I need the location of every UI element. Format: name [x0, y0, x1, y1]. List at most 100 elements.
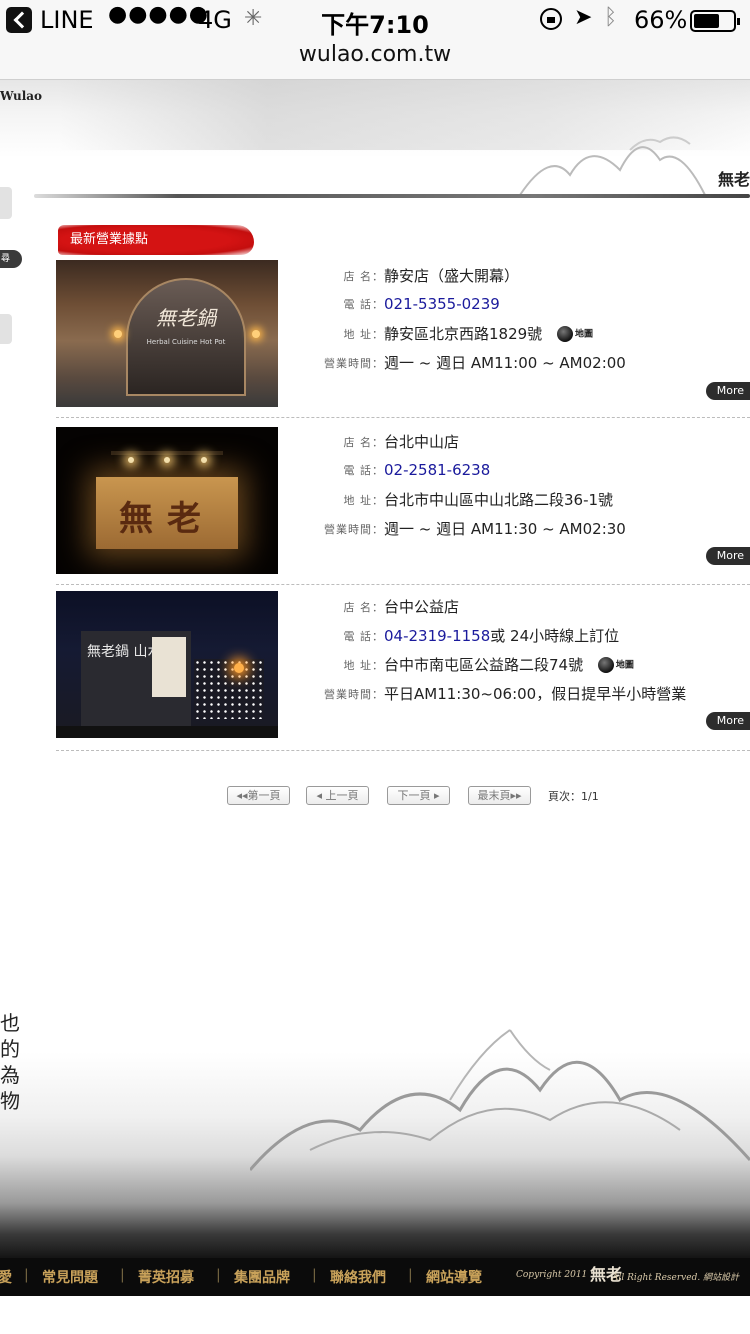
spotlight — [128, 457, 134, 463]
next-page-label: 下一頁 — [397, 789, 431, 802]
address-label: 地 址： — [343, 327, 384, 341]
map-link-label: 地圖 — [574, 329, 593, 339]
globe-icon — [556, 325, 573, 342]
rotation-lock-icon — [540, 8, 562, 30]
phone-label: 電 話： — [343, 463, 384, 477]
copyright-text: Copyright 2011 — [516, 1270, 588, 1280]
store-name-row: 店 名：台中公益店 — [296, 596, 460, 618]
store-address-row: 地 址：台北市中山區中山北路二段36-1號 — [296, 489, 614, 511]
store-phone-row: 電 話：04-2319-1158 或 24小時線上訂位 — [296, 625, 620, 647]
street-lamp — [234, 663, 244, 673]
footer-link-careers[interactable]: 菁英招募 — [138, 1267, 194, 1287]
store-hours: 週一 ~ 週日 AM11:00 ~ AM02:00 — [384, 354, 626, 372]
signboard-text: 無老 — [119, 499, 215, 539]
store-photo[interactable]: 無老 — [56, 427, 278, 574]
section-title: 最新營業據點 — [58, 225, 254, 255]
page-info: 頁次：1/1 — [548, 790, 599, 803]
storefront-arch: 無老鍋 Herbal Cuisine Hot Pot — [126, 278, 246, 396]
side-search-label: 尋 — [1, 254, 11, 264]
store-item: 無老鍋 山水 店 名：台中公益店 電 話：04-2319-1158 或 24小時… — [56, 591, 750, 751]
store-phone-link[interactable]: 02-2581-6238 — [384, 461, 490, 479]
nav-separator: | — [408, 1267, 413, 1283]
store-address: 台北市中山區中山北路二段36-1號 — [384, 491, 614, 509]
light-bar — [111, 451, 223, 455]
store-hours-row: 營業時間：週一 ~ 週日 AM11:30 ~ AM02:30 — [296, 518, 626, 540]
mountain-ink-illustration — [519, 136, 706, 196]
more-button[interactable]: More — [706, 712, 750, 730]
store-hours: 週一 ~ 週日 AM11:30 ~ AM02:30 — [384, 520, 626, 538]
first-page-button[interactable]: ◂◂第一頁 — [227, 786, 290, 805]
string-lights — [194, 659, 264, 719]
dotted-divider — [56, 584, 750, 585]
map-link[interactable]: 地圖 — [597, 656, 634, 673]
footer-link-faq[interactable]: 常見問題 — [42, 1267, 98, 1287]
brush-divider — [34, 194, 750, 198]
pagination: ◂◂第一頁 ◂ 上一頁 下一頁 ▸ 最末頁▸▸ 頁次：1/1 — [0, 786, 750, 806]
page-bottom — [0, 1296, 750, 1334]
nav-separator: | — [120, 1267, 125, 1283]
store-item: 無老 店 名：台北中山店 電 話：02-2581-6238 地 址：台北市中山區… — [56, 427, 750, 585]
footer-link-brands[interactable]: 集團品牌 — [234, 1267, 290, 1287]
ground — [56, 726, 278, 738]
url-text[interactable]: wulao.com.tw — [299, 42, 451, 67]
lamp-light — [252, 330, 260, 338]
store-hours-row: 營業時間：週一 ~ 週日 AM11:00 ~ AM02:00 — [296, 352, 626, 374]
address-label: 地 址： — [343, 493, 384, 507]
more-button[interactable]: More — [706, 547, 750, 565]
store-hours-row: 營業時間：平日AM11:30~06:00，假日提早半小時營業 — [296, 683, 686, 705]
site-header: Wulao 無老 — [0, 80, 750, 210]
more-button[interactable]: More — [706, 382, 750, 400]
map-link-label: 地圖 — [615, 660, 634, 670]
store-phone-row: 電 話：021-5355-0239 — [296, 294, 500, 316]
header-logo-right[interactable]: 無老 — [718, 166, 750, 190]
store-photo[interactable]: 無老鍋 山水 — [56, 591, 278, 738]
map-link[interactable]: 地圖 — [556, 325, 593, 342]
footer-nav: 愛 | 常見問題 | 菁英招募 | 集團品牌 | 聯絡我們 | 網站導覽 Cop… — [0, 1258, 750, 1296]
footer-ink-art: 也的為物 — [0, 1000, 750, 1260]
next-page-button[interactable]: 下一頁 ▸ — [387, 786, 450, 805]
last-page-button[interactable]: 最末頁▸▸ — [468, 786, 531, 805]
store-photo[interactable]: 無老鍋 Herbal Cuisine Hot Pot — [56, 260, 278, 407]
store-name-row: 店 名：台北中山店 — [296, 431, 460, 453]
first-page-label: 第一頁 — [247, 789, 281, 802]
name-label: 店 名： — [343, 600, 384, 614]
dotted-divider — [56, 750, 750, 751]
footer-link-sitemap[interactable]: 網站導覽 — [426, 1267, 482, 1287]
orchid-mountain-illustration — [250, 1029, 750, 1171]
store-address-row: 地 址：静安區北京西路1829號 地圖 — [296, 323, 593, 345]
rights-text: All Right Reserved. 網站設計 — [612, 1273, 740, 1283]
store-address-row: 地 址：台中市南屯區公益路二段74號 地圖 — [296, 654, 634, 676]
storefront-subsign: Herbal Cuisine Hot Pot — [146, 338, 226, 346]
hours-label: 營業時間： — [324, 356, 384, 370]
store-name: 台北中山店 — [384, 433, 460, 451]
side-search-tag[interactable]: 尋 — [0, 250, 22, 268]
footer-link-contact[interactable]: 聯絡我們 — [330, 1267, 386, 1287]
prev-page-label: 上一頁 — [325, 789, 359, 802]
store-phone-link[interactable]: 021-5355-0239 — [384, 295, 500, 313]
store-phone-row: 電 話：02-2581-6238 — [296, 460, 491, 482]
side-tab[interactable] — [0, 187, 12, 219]
store-name: 台中公益店 — [384, 598, 460, 616]
footer-link-love[interactable]: 愛 — [0, 1267, 12, 1287]
name-label: 店 名： — [343, 269, 384, 283]
prev-page-button[interactable]: ◂ 上一頁 — [306, 786, 369, 805]
brand-logo[interactable]: Wulao — [0, 89, 42, 103]
spotlight — [201, 457, 207, 463]
store-address: 台中市南屯區公益路二段74號 — [384, 656, 584, 674]
storefront-sign: 無老鍋 — [156, 306, 216, 330]
store-phone-link[interactable]: 04-2319-1158 — [384, 627, 490, 645]
address-label: 地 址： — [343, 658, 384, 672]
dotted-divider — [56, 417, 750, 418]
nav-separator: | — [24, 1267, 29, 1283]
store-hours: 平日AM11:30~06:00，假日提早半小時營業 — [384, 685, 687, 703]
hours-label: 營業時間： — [324, 522, 384, 536]
address-bar[interactable]: wulao.com.tw — [0, 40, 750, 80]
store-address: 静安區北京西路1829號 — [384, 325, 543, 343]
side-tab[interactable] — [0, 314, 12, 344]
lit-panel — [152, 637, 186, 697]
store-name-row: 店 名：静安店（盛大開幕） — [296, 265, 520, 287]
online-booking-link[interactable]: 或 24小時線上訂位 — [490, 625, 619, 646]
battery-icon — [690, 10, 740, 32]
spotlight — [164, 457, 170, 463]
name-label: 店 名： — [343, 435, 384, 449]
